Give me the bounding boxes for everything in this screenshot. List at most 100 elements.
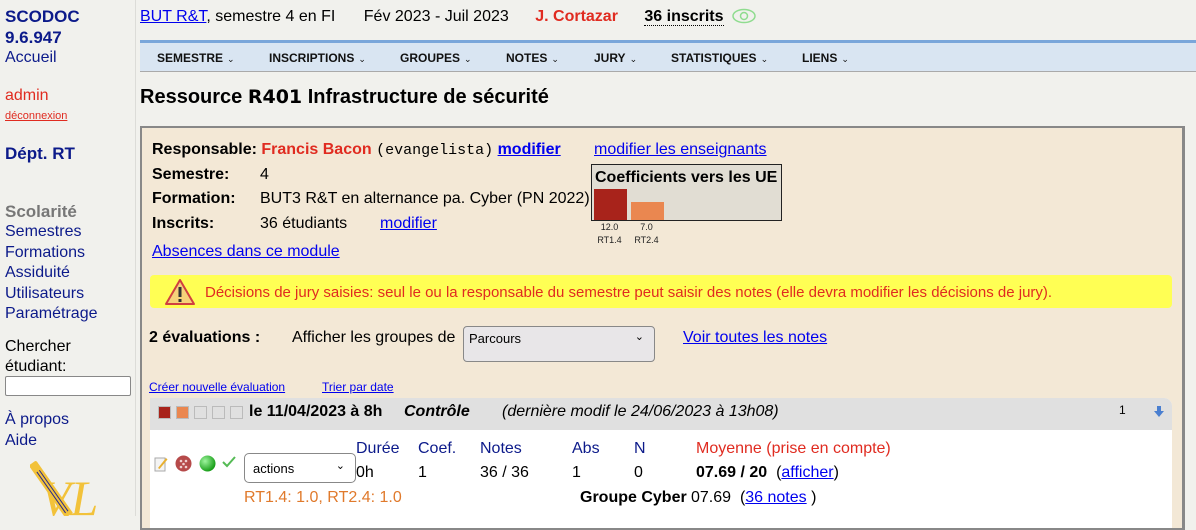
- moyenne-value: 07.69 / 20 (afficher): [696, 464, 839, 481]
- module-code: R401: [247, 86, 303, 108]
- see-all-notes-link[interactable]: Voir toutes les notes: [683, 329, 827, 347]
- logout-link[interactable]: déconnexion: [5, 110, 67, 122]
- coef-value: 1: [418, 464, 427, 481]
- inscrits-link[interactable]: 36 inscrits: [644, 8, 724, 26]
- warning-message: Décisions de jury saisies: seul le ou la…: [205, 284, 1053, 301]
- sidebar-item-semestres[interactable]: Semestres: [5, 223, 81, 240]
- chevron-down-icon: ⌄: [358, 54, 366, 64]
- page-title: Ressource R401 Infrastructure de sécurit…: [140, 86, 549, 108]
- inscrits-label: Inscrits:: [152, 215, 215, 232]
- formation-value: BUT3 R&T en alternance pa. Cyber (PN 202…: [260, 190, 590, 207]
- nav-semestre[interactable]: SEMESTRE ⌄: [157, 51, 235, 65]
- responsable-login: (evangelista): [376, 142, 494, 159]
- chevron-down-icon: ⌄: [551, 54, 559, 64]
- evaluation-header: le 11/04/2023 à 8h Contrôle (dernière mo…: [150, 398, 1172, 430]
- eye-icon[interactable]: [732, 8, 756, 29]
- modify-teachers-link[interactable]: modifier les enseignants: [594, 141, 767, 159]
- chevron-down-icon: ⌄: [464, 54, 472, 64]
- evaluation-date: le 11/04/2023 à 8h: [249, 403, 383, 420]
- student-search-input[interactable]: [5, 376, 131, 396]
- semestre-label: Semestre:: [152, 166, 230, 183]
- modify-responsable-link[interactable]: modifier: [498, 141, 561, 158]
- status-complete-icon: [199, 455, 216, 472]
- formation-link[interactable]: BUT R&T: [140, 8, 206, 25]
- nav-groupes[interactable]: GROUPES ⌄: [400, 51, 472, 65]
- inscrits-value: 36 étudiants: [260, 215, 348, 232]
- checkmark-icon: [222, 456, 236, 468]
- chevron-down-icon: ⌄: [760, 54, 769, 64]
- group-label: Groupe Cyber: [580, 489, 687, 506]
- evaluations-count: 2 évaluations :: [149, 329, 261, 346]
- section-title: Scolarité: [5, 202, 77, 221]
- coefficients-chart: Coefficients vers les UE: [591, 164, 782, 221]
- help-link[interactable]: Aide: [5, 432, 37, 449]
- coefficients-title: Coefficients vers les UE: [595, 169, 778, 186]
- jury-warning-banner: Décisions de jury saisies: seul le ou la…: [150, 275, 1172, 308]
- dept-title[interactable]: Dépt. RT: [5, 144, 75, 164]
- about-links: À propos Aide: [5, 409, 69, 451]
- edit-icon[interactable]: [154, 456, 168, 472]
- chevron-down-icon: ⌄: [841, 54, 849, 64]
- groups-select[interactable]: Parcours ⌄: [463, 326, 655, 362]
- ue-empty-indicator: [230, 406, 243, 419]
- coef-bar-rt1-4: [594, 189, 627, 220]
- nav-inscriptions[interactable]: INSCRIPTIONS ⌄: [269, 51, 366, 65]
- ue-empty-indicator: [194, 406, 207, 419]
- move-down-icon[interactable]: [1154, 406, 1164, 418]
- random-notes-icon[interactable]: [175, 455, 192, 472]
- scodoc-logo-icon: VL: [30, 461, 98, 516]
- ue-weights: RT1.4: 1.0, RT2.4: 1.0: [244, 489, 402, 506]
- notes-value: 36 / 36: [480, 464, 529, 481]
- nav-liens[interactable]: LIENS ⌄: [802, 51, 849, 65]
- nav-notes[interactable]: NOTES ⌄: [506, 51, 559, 65]
- evaluation-card: le 11/04/2023 à 8h Contrôle (dernière mo…: [150, 398, 1172, 528]
- modify-inscrits-link[interactable]: modifier: [380, 215, 437, 233]
- semestre-value: 4: [260, 166, 269, 183]
- evaluation-index: 1: [1119, 403, 1126, 417]
- semester-header: BUT R&T, semestre 4 en FI Fév 2023 - Jui…: [140, 8, 756, 29]
- coef-value-label: 12.0: [600, 222, 619, 232]
- col-duree-header: Durée: [356, 440, 400, 457]
- sidebar: SCODOC 9.6.947 Accueil admin déconnexion…: [0, 0, 136, 516]
- sort-by-date-link[interactable]: Trier par date: [322, 380, 394, 394]
- create-evaluation-link[interactable]: Créer nouvelle évaluation: [149, 380, 285, 394]
- absences-link[interactable]: Absences dans ce module: [152, 243, 340, 261]
- group-moyenne: 07.69 (36 notes ): [691, 489, 817, 506]
- semester-responsible: J. Cortazar: [535, 8, 618, 25]
- semester-dates: Fév 2023 - Juil 2023: [363, 8, 509, 25]
- about-link[interactable]: À propos: [5, 411, 69, 428]
- nav-statistiques[interactable]: STATISTIQUES ⌄: [671, 51, 768, 65]
- sidebar-item-formations[interactable]: Formations: [5, 244, 85, 261]
- responsable-name: Francis Bacon: [261, 141, 372, 158]
- chevron-down-icon: ⌄: [634, 331, 644, 343]
- sidebar-item-assiduite[interactable]: Assiduité: [5, 264, 70, 281]
- col-n-header: N: [634, 440, 646, 457]
- duree-value: 0h: [356, 464, 374, 481]
- coef-ue-label: RT2.4: [634, 235, 659, 245]
- chevron-down-icon: ⌄: [227, 54, 235, 64]
- sidebar-item-utilisateurs[interactable]: Utilisateurs: [5, 285, 84, 302]
- main-navbar: SEMESTRE ⌄ INSCRIPTIONS ⌄ GROUPES ⌄ NOTES ⌄ …: [140, 40, 1196, 72]
- warning-icon: [165, 279, 195, 305]
- col-notes-header: Notes: [480, 440, 522, 457]
- sidebar-menu: Semestres Formations Assiduité Utilisate…: [5, 222, 98, 325]
- abs-value: 1: [572, 464, 581, 481]
- coef-value-label: 7.0: [640, 222, 653, 232]
- search-label: Chercher étudiant:: [5, 338, 71, 375]
- groups-label: Afficher les groupes de: [292, 329, 456, 346]
- sidebar-item-parametrage[interactable]: Paramétrage: [5, 305, 98, 322]
- ue-rt2-indicator: [176, 406, 189, 419]
- col-abs-header: Abs: [572, 440, 600, 457]
- evaluation-last-modif: (dernière modif le 24/06/2023 à 13h08): [502, 403, 779, 420]
- semester-text: , semestre 4 en FI: [206, 8, 336, 25]
- user-name: admin: [5, 87, 49, 104]
- show-notes-link[interactable]: afficher: [781, 464, 833, 481]
- evaluation-type: Contrôle: [404, 403, 470, 420]
- coef-bar-rt2-4: [631, 202, 664, 220]
- group-notes-link[interactable]: 36 notes: [745, 489, 806, 506]
- col-moyenne-header: Moyenne (prise en compte): [696, 440, 891, 457]
- n-value: 0: [634, 464, 643, 481]
- nav-jury[interactable]: JURY ⌄: [594, 51, 637, 65]
- actions-select[interactable]: actions ⌄: [244, 453, 356, 483]
- home-link[interactable]: Accueil: [5, 49, 57, 67]
